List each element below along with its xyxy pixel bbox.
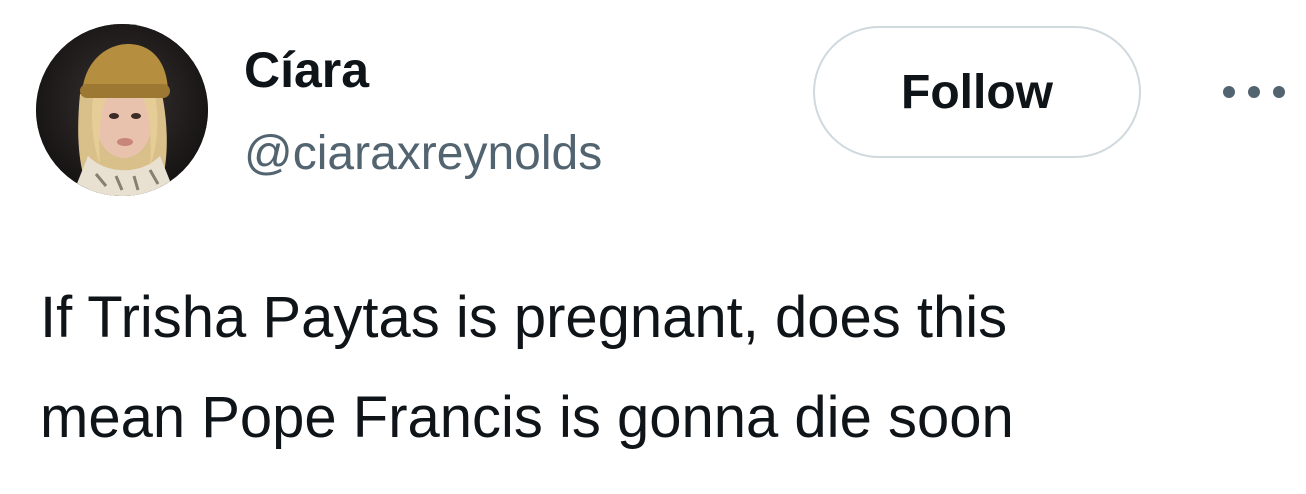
- more-horizontal-icon: [1223, 86, 1285, 98]
- display-name[interactable]: Cíara: [244, 40, 369, 100]
- tweet-text: If Trisha Paytas is pregnant, does this …: [40, 268, 1290, 468]
- profile-photo-icon: [36, 24, 208, 196]
- tweet-card: Cíara @ciaraxreynolds Follow If Trisha P…: [0, 0, 1306, 494]
- more-options-button[interactable]: [1218, 72, 1290, 112]
- tweet-text-line: If Trisha Paytas is pregnant, does this: [40, 285, 1008, 350]
- avatar[interactable]: [36, 24, 208, 196]
- tweet-text-line: mean Pope Francis is gonna die soon: [40, 385, 1014, 450]
- user-handle[interactable]: @ciaraxreynolds: [244, 124, 602, 184]
- follow-button[interactable]: Follow: [813, 26, 1141, 158]
